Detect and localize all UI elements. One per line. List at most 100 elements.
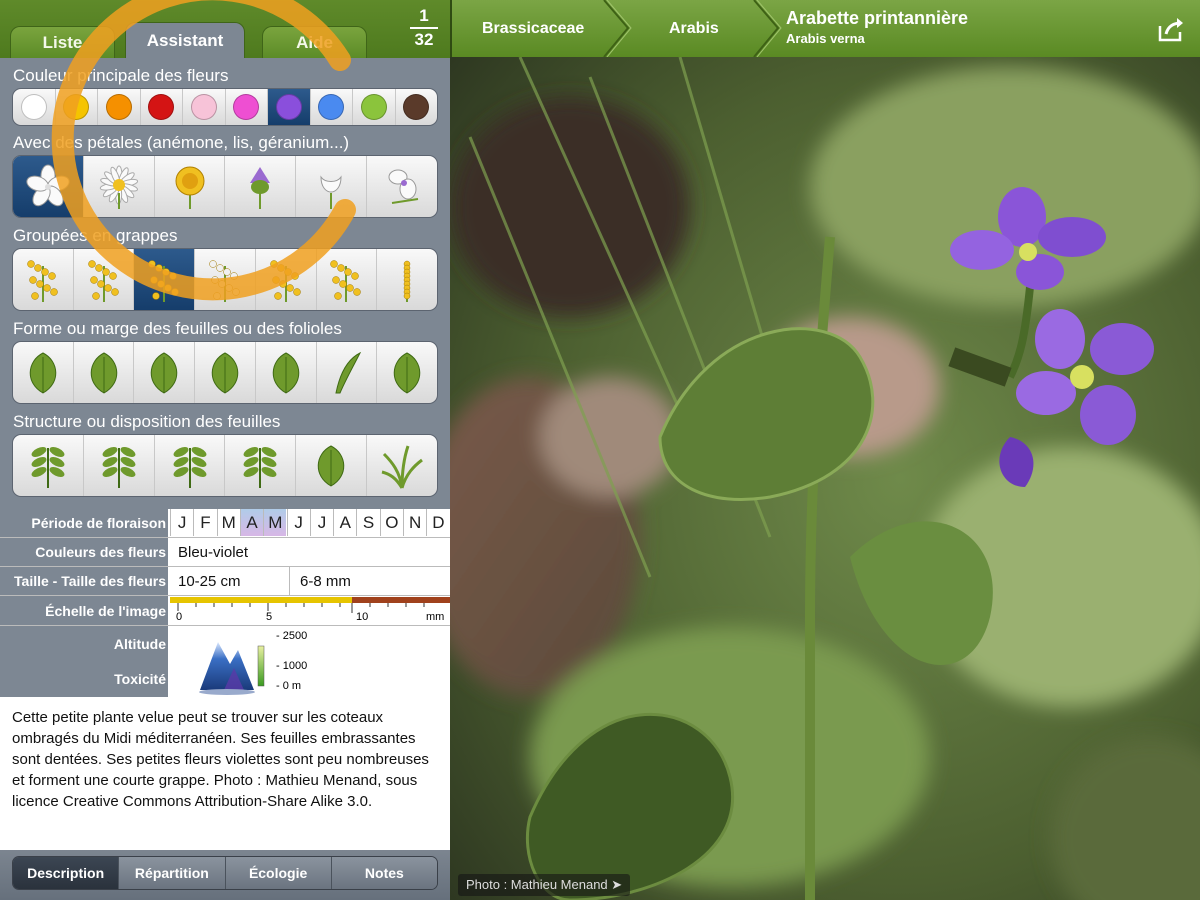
palmate-leaves-option[interactable] — [155, 435, 226, 496]
month-cell: J — [170, 509, 193, 536]
segment-notes[interactable]: Notes — [331, 857, 437, 889]
petal-type-picker — [12, 155, 438, 218]
umbel-white-option[interactable] — [195, 249, 256, 310]
basal-leaf-option[interactable] — [296, 435, 368, 496]
colors-value: Bleu-violet — [178, 543, 249, 561]
palmate-leaves-icon — [173, 446, 207, 488]
daisy-icon — [99, 165, 138, 209]
size-plant-value: 10-25 cm — [170, 567, 290, 595]
altitude-label: Altitude — [113, 635, 166, 652]
basal-leaf-icon — [317, 444, 345, 487]
photo-illustration — [450, 56, 1200, 900]
breadcrumb-family[interactable]: Brassicaceae — [482, 0, 584, 57]
umbel-yellow-icon — [27, 259, 58, 302]
five-petal-flower-option[interactable] — [13, 156, 84, 217]
scale-label: Échelle de l'image — [0, 596, 168, 625]
scale-tick-5: 5 — [266, 611, 273, 623]
orchid-option[interactable] — [367, 156, 437, 217]
color-swatch — [360, 94, 387, 120]
narrow-spike-option[interactable] — [377, 249, 437, 310]
thistle-icon — [250, 166, 271, 209]
color-option[interactable] — [13, 89, 56, 125]
oval-leaf-icon — [29, 351, 57, 394]
month-cell: J — [286, 509, 310, 536]
breadcrumb-separator-1 — [603, 0, 632, 57]
dissected-leaf-option[interactable] — [256, 342, 317, 403]
toothed-leaf-option[interactable] — [377, 342, 437, 403]
spike-yellow-option[interactable] — [256, 249, 317, 310]
flower-color-picker — [12, 88, 438, 126]
color-option[interactable] — [98, 89, 141, 125]
left-panel: Liste Assistant Aide 1 32 Couleur princi… — [0, 0, 450, 900]
orchid-icon — [388, 169, 419, 204]
scale-ruler: 0 5 10 mm — [170, 596, 450, 626]
month-cell: F — [193, 509, 216, 536]
species-latin-name: Arabis verna — [786, 31, 865, 46]
umbel-fennel-option[interactable] — [317, 249, 378, 310]
linear-leaf-option[interactable] — [317, 342, 378, 403]
bell-flower-option[interactable] — [296, 156, 368, 217]
color-option[interactable] — [226, 89, 268, 125]
photo-credit[interactable]: Photo : Mathieu Menand ➤ — [458, 874, 631, 896]
oval-leaf-option[interactable] — [13, 342, 74, 403]
color-option[interactable] — [183, 89, 226, 125]
share-icon[interactable] — [1156, 14, 1186, 44]
detail-segmented-control: Description Répartition Écologie Notes — [12, 856, 438, 890]
bell-flower-icon — [320, 174, 342, 209]
tab-liste[interactable]: Liste — [10, 26, 115, 58]
cluster-type-picker — [12, 248, 438, 311]
segment-ecologie[interactable]: Écologie — [225, 857, 332, 889]
color-option[interactable] — [268, 89, 311, 125]
species-common-name: Arabette printannière — [786, 8, 969, 28]
linear-leaf-icon — [335, 351, 362, 393]
breadcrumb: Brassicaceae Arabis Arabette printannièr… — [450, 0, 1200, 57]
color-option[interactable] — [56, 89, 98, 125]
oak-leaf-icon — [211, 351, 239, 394]
altitude-tick-2500: - 2500 — [276, 630, 308, 642]
color-option[interactable] — [311, 89, 353, 125]
pinnate-leaves-option[interactable] — [84, 435, 155, 496]
color-option[interactable] — [396, 89, 438, 125]
color-swatch — [233, 94, 260, 120]
size-label: Taille - Taille des fleurs — [0, 567, 168, 595]
flowering-row: Période de floraison JFMAMJJASOND — [0, 509, 450, 538]
raceme-yellow-option[interactable] — [74, 249, 135, 310]
dissected-leaf-icon — [272, 351, 299, 394]
top-tab-bar: Liste Assistant Aide 1 32 — [0, 0, 450, 58]
whorled-leaves-option[interactable] — [225, 435, 297, 496]
color-swatch — [148, 94, 175, 120]
species-title: Arabette printannière Arabis verna — [786, 8, 968, 46]
flowering-label: Période de floraison — [0, 509, 168, 537]
month-cell: D — [426, 509, 449, 536]
month-cell: O — [379, 509, 403, 536]
breadcrumb-genus[interactable]: Arabis — [669, 0, 719, 57]
maple-leaf-option[interactable] — [134, 342, 196, 403]
opposite-leaves-icon — [31, 446, 65, 488]
tab-assistant[interactable]: Assistant — [125, 22, 245, 58]
branched-cluster-option[interactable] — [134, 249, 196, 310]
daisy-option[interactable] — [84, 156, 155, 217]
umbel-yellow-option[interactable] — [13, 249, 74, 310]
opposite-leaves-option[interactable] — [13, 435, 84, 496]
thistle-option[interactable] — [225, 156, 297, 217]
tab-aide[interactable]: Aide — [262, 26, 367, 58]
segment-description[interactable]: Description — [13, 857, 120, 889]
color-option[interactable] — [353, 89, 396, 125]
segment-repartition[interactable]: Répartition — [119, 857, 226, 889]
altitude-row: Altitude Toxicité - 2500 - 1000 - 0 m — [0, 626, 450, 697]
section-title-leaf-structure: Structure ou disposition des feuilles — [13, 412, 281, 431]
lobed-leaf-option[interactable] — [74, 342, 135, 403]
month-cell: A — [239, 509, 264, 536]
color-swatch — [318, 94, 345, 120]
pinnate-leaves-icon — [102, 446, 136, 488]
month-cell: N — [403, 509, 426, 536]
color-swatch — [190, 94, 217, 120]
five-petal-flower-icon — [26, 164, 70, 206]
lobed-leaf-icon — [90, 351, 117, 394]
dandelion-option[interactable] — [155, 156, 226, 217]
month-cell: A — [333, 509, 356, 536]
color-option[interactable] — [141, 89, 183, 125]
right-panel: Photo : Mathieu Menand ➤ Brassicaceae Ar… — [450, 0, 1200, 900]
oak-leaf-option[interactable] — [195, 342, 256, 403]
grass-tuft-option[interactable] — [367, 435, 437, 496]
